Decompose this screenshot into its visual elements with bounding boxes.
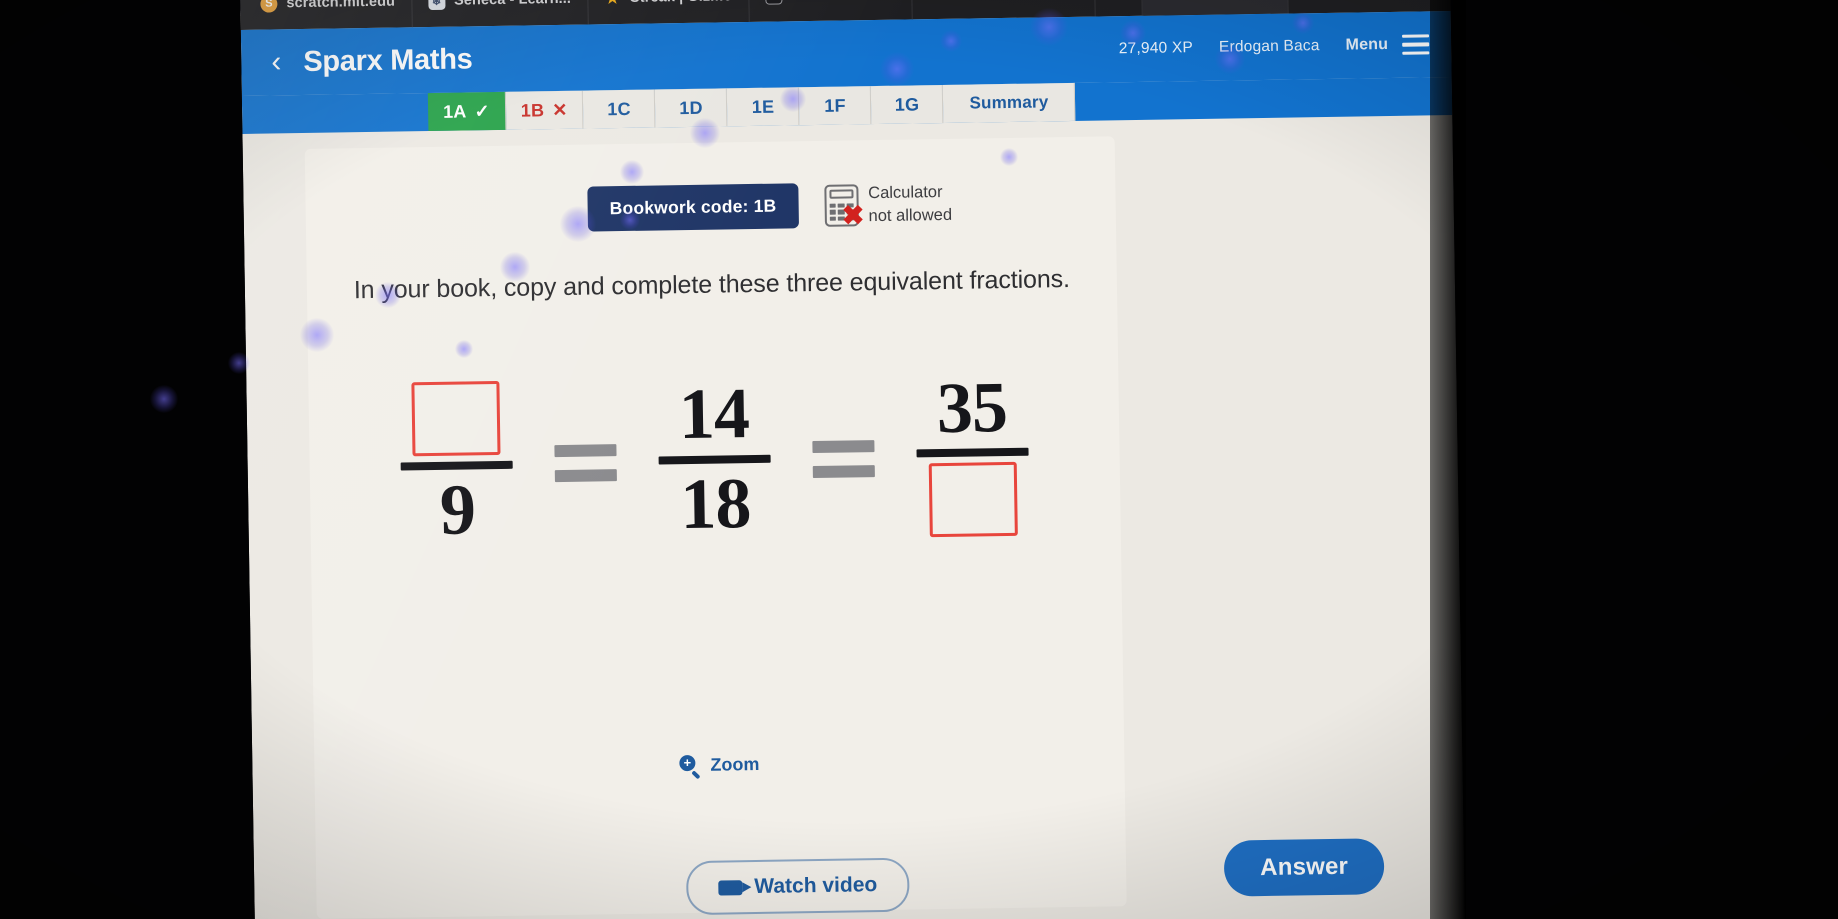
fraction-2-denominator: 18 (679, 462, 751, 544)
task-tab-1f[interactable]: 1F (799, 86, 872, 126)
fraction-1: 9 (399, 380, 514, 550)
task-tab-1d[interactable]: 1D (655, 88, 728, 128)
browser-tab-label: Streak | Gizmo (630, 0, 732, 6)
question-card: Bookwork code: 1B ✖ Calculator not allow… (304, 136, 1385, 919)
browser-tab-label: scratch.mit.edu (286, 0, 396, 12)
notion-favicon-icon: N (765, 0, 783, 5)
task-tab-label: 1A (442, 100, 467, 122)
star-favicon-icon: ★ (604, 0, 621, 7)
task-tab-1g[interactable]: 1G (871, 84, 944, 125)
browser-tab-streak-gizmo[interactable]: ★ Streak | Gizmo (587, 0, 750, 25)
task-tab-1c[interactable]: 1C (583, 89, 656, 129)
fraction-2: 14 18 (657, 373, 771, 544)
task-tab-label: 1B (520, 99, 545, 121)
header-right-group: 27,940 XP Erdogan Baca Menu (1119, 34, 1430, 59)
calculator-line-2: not allowed (868, 205, 953, 225)
watch-video-label: Watch video (754, 873, 878, 899)
photo-of-tablet-screen: S scratch.mit.edu ❄ Seneca - Learn... ★ … (0, 0, 1838, 919)
task-tab-label: 1C (607, 98, 631, 119)
browser-tab-scratch[interactable]: S scratch.mit.edu (243, 0, 413, 30)
menu-button[interactable]: Menu (1345, 36, 1388, 55)
tablet-screen: S scratch.mit.edu ❄ Seneca - Learn... ★ … (240, 0, 1465, 919)
video-camera-icon (718, 879, 743, 896)
calculator-line-1: Calculator (868, 183, 943, 203)
xp-counter: 27,940 XP (1118, 39, 1194, 58)
browser-tab-seneca[interactable]: ❄ Seneca - Learn... (411, 0, 589, 28)
calculator-not-allowed-text: Calculator not allowed (868, 181, 952, 227)
browser-tab-access-denied[interactable]: N Access Denied (748, 0, 913, 23)
fraction-2-bar-icon (658, 454, 771, 465)
tablet-device: S scratch.mit.edu ❄ Seneca - Learn... ★ … (240, 0, 1465, 919)
bokeh-artifact (150, 385, 178, 413)
fraction-3-numerator: 35 (936, 367, 1008, 449)
hamburger-menu-icon[interactable] (1402, 34, 1430, 56)
cross-icon: ✕ (552, 99, 568, 120)
fraction-1-numerator-input[interactable] (411, 380, 501, 457)
seneca-favicon-icon: ❄ (427, 0, 446, 10)
task-tab-label: Summary (969, 92, 1049, 113)
fraction-3-denominator-input[interactable] (928, 461, 1018, 538)
task-tab-label: 1D (679, 97, 703, 118)
page-title: Sparx Maths (303, 42, 473, 78)
fraction-1-denominator: 9 (439, 469, 476, 550)
watch-video-button[interactable]: Watch video (685, 857, 910, 916)
fraction-2-numerator: 14 (678, 373, 750, 455)
equals-sign-1-icon (554, 444, 617, 483)
browser-tab-label: My Child At Sch... (954, 0, 1078, 1)
answer-button[interactable]: Answer (1223, 838, 1385, 897)
zoom-button-label: Zoom (710, 753, 760, 775)
scratch-favicon-icon: S (260, 0, 278, 13)
calculator-not-allowed-group: ✖ Calculator not allowed (824, 181, 952, 230)
browser-tab-label: Seneca - Learn... (454, 0, 571, 9)
fraction-3-bar-icon (916, 447, 1029, 458)
question-prompt: In your book, copy and complete these th… (353, 265, 1071, 305)
browser-tab-untitled[interactable]: ☐ (1094, 0, 1143, 17)
task-tab-1b[interactable]: 1B ✕ (505, 90, 584, 130)
question-meta-row: Bookwork code: 1B ✖ Calculator not allow… (587, 181, 952, 232)
task-tab-1e[interactable]: 1E (727, 87, 800, 127)
browser-tab-label: Access Denied (791, 0, 896, 3)
back-chevron-icon[interactable]: ‹ (259, 45, 294, 80)
calculator-not-allowed-icon: ✖ (824, 183, 865, 230)
user-name[interactable]: Erdogan Baca (1219, 37, 1320, 57)
task-tab-label: 1F (824, 95, 846, 116)
task-tab-label: 1G (894, 93, 920, 115)
task-tab-label: 1E (751, 96, 775, 117)
fraction-3: 35 (915, 367, 1030, 538)
task-tab-1a[interactable]: 1A ✓ (427, 91, 507, 132)
check-icon: ✓ (474, 100, 490, 121)
mychildatschool-favicon-icon: ★ (928, 0, 945, 2)
zoom-button[interactable]: + Zoom (314, 748, 1124, 782)
task-tab-summary[interactable]: Summary (943, 82, 1076, 123)
bookwork-code-badge: Bookwork code: 1B (587, 183, 799, 232)
equivalent-fractions-equation: 9 14 18 35 (308, 367, 1120, 550)
equals-sign-2-icon (812, 440, 875, 479)
zoom-in-icon: + (679, 754, 701, 779)
